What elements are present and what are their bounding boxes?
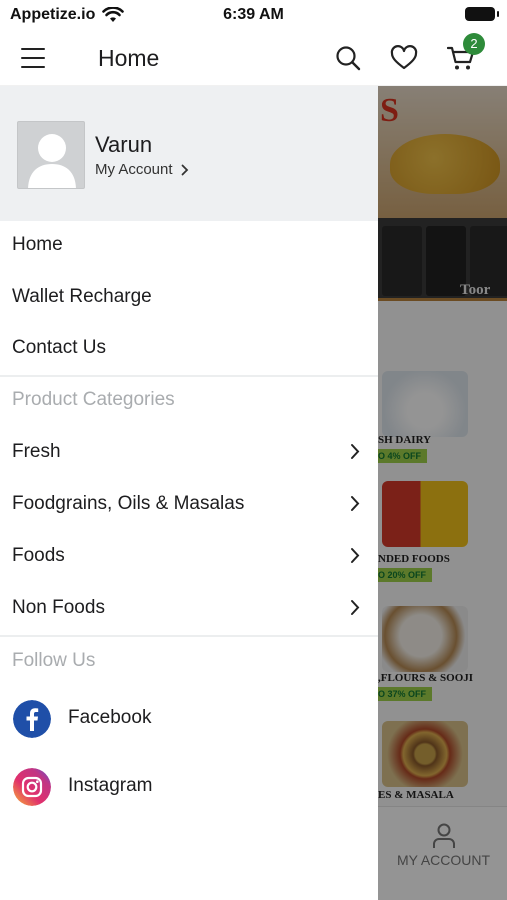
category-item-foodgrains[interactable]: Foodgrains, Oils & Masalas	[0, 478, 378, 530]
drawer-scrim[interactable]	[378, 86, 507, 900]
status-time: 6:39 AM	[223, 6, 284, 23]
social-label: Instagram	[68, 775, 153, 796]
menu-item-contact-us[interactable]: Contact Us	[0, 322, 378, 374]
avatar[interactable]	[17, 121, 85, 189]
social-label: Facebook	[68, 707, 152, 728]
my-account-link[interactable]: My Account	[95, 161, 189, 178]
category-label: Non Foods	[12, 597, 105, 618]
menu-item-home[interactable]: Home	[0, 219, 378, 271]
battery-icon	[465, 7, 499, 21]
chevron-right-icon	[351, 600, 360, 615]
divider	[0, 375, 378, 377]
heart-icon[interactable]	[390, 44, 418, 72]
follow-heading: Follow Us	[12, 650, 96, 671]
my-account-label: My Account	[95, 161, 173, 178]
app-header: Home 2	[0, 30, 507, 86]
hamburger-icon[interactable]	[21, 48, 45, 68]
category-label: Foods	[12, 545, 65, 566]
divider	[0, 635, 378, 637]
navigation-drawer: Varun My Account Home Wallet Recharge Co…	[0, 86, 378, 900]
facebook-icon	[13, 700, 51, 738]
instagram-icon	[13, 768, 51, 806]
user-name: Varun	[95, 132, 153, 157]
chevron-right-icon	[351, 548, 360, 563]
chevron-right-icon	[351, 496, 360, 511]
menu-item-label: Wallet Recharge	[12, 286, 152, 307]
social-link-facebook[interactable]: Facebook	[0, 689, 378, 749]
profile-header: Varun My Account	[0, 86, 378, 221]
search-icon[interactable]	[334, 44, 362, 72]
cart-count-badge: 2	[463, 33, 485, 55]
category-item-foods[interactable]: Foods	[0, 530, 378, 582]
chevron-right-icon	[181, 164, 188, 175]
chevron-right-icon	[351, 444, 360, 459]
status-bar: Appetize.io 6:39 AM	[0, 0, 507, 30]
menu-item-label: Contact Us	[12, 337, 106, 358]
categories-heading: Product Categories	[12, 389, 175, 410]
category-item-fresh[interactable]: Fresh	[0, 426, 378, 478]
page-title: Home	[98, 45, 160, 71]
menu-item-label: Home	[12, 234, 63, 255]
menu-item-wallet-recharge[interactable]: Wallet Recharge	[0, 271, 378, 323]
category-label: Fresh	[12, 441, 61, 462]
category-label: Foodgrains, Oils & Masalas	[12, 493, 245, 514]
category-item-non-foods[interactable]: Non Foods	[0, 582, 378, 634]
avatar-placeholder-icon	[28, 134, 76, 188]
social-link-instagram[interactable]: Instagram	[0, 757, 378, 817]
